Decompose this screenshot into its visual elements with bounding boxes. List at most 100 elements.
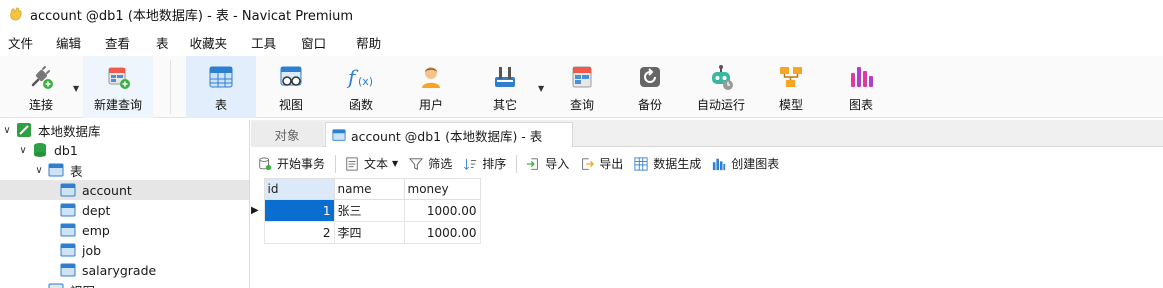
filter-button[interactable]: 筛选 — [408, 155, 452, 172]
text-label: 文本 — [364, 157, 389, 171]
database-icon — [34, 143, 46, 157]
cell-money[interactable]: 1000.00 — [403, 221, 481, 244]
automation-button[interactable]: 自动运行 — [688, 56, 754, 118]
import-button[interactable]: 导入 — [525, 155, 569, 172]
window-title: account @db1 (本地数据库) - 表 - Navicat Premi… — [30, 8, 354, 24]
tree-table-item[interactable]: emp — [0, 220, 249, 240]
tree-table-item[interactable]: dept — [0, 200, 249, 220]
text-button[interactable]: 文本 ▼ — [344, 155, 398, 172]
table-button[interactable]: 表 — [186, 56, 256, 118]
create-chart-button[interactable]: 创建图表 — [711, 155, 779, 172]
other-button[interactable]: 其它 — [472, 56, 538, 118]
automation-label: 自动运行 — [696, 98, 745, 112]
table-icon — [60, 243, 76, 257]
model-button[interactable]: 模型 — [758, 56, 824, 118]
sort-icon — [462, 156, 478, 172]
create-chart-icon — [711, 156, 727, 172]
view-icon — [276, 62, 306, 92]
menu-view[interactable]: 查看 — [105, 33, 156, 52]
table-icon — [60, 183, 76, 197]
export-button[interactable]: 导出 — [579, 155, 623, 172]
row-header-corner — [251, 178, 264, 200]
column-header-id[interactable]: id — [263, 178, 335, 200]
text-dropdown-icon[interactable]: ▼ — [392, 159, 398, 168]
new-query-button[interactable]: 新建查询 — [83, 56, 153, 118]
cell-name[interactable]: 李四 — [333, 221, 405, 244]
data-generation-label: 数据生成 — [653, 157, 702, 171]
cell-id[interactable]: 2 — [263, 221, 335, 244]
chart-button[interactable]: 图表 — [828, 56, 894, 118]
backup-label: 备份 — [637, 98, 662, 112]
function-button[interactable]: f (x) 函数 — [328, 56, 394, 118]
connect-button[interactable]: 连接 — [12, 56, 70, 118]
user-button[interactable]: 用户 — [398, 56, 464, 118]
menu-favorites[interactable]: 收藏夹 — [190, 33, 252, 52]
expand-arrow-icon[interactable]: ∨ — [0, 125, 14, 136]
navicat-logo-icon — [10, 7, 22, 21]
column-header-name[interactable]: name — [333, 178, 405, 200]
query-button[interactable]: 查询 — [549, 56, 615, 118]
menu-edit[interactable]: 编辑 — [56, 33, 105, 52]
table-icon — [48, 163, 64, 177]
query-label: 查询 — [569, 98, 594, 112]
model-label: 模型 — [778, 98, 803, 112]
import-icon — [525, 156, 541, 172]
text-icon — [344, 156, 360, 172]
table-label: 表 — [214, 98, 227, 112]
view-icon — [48, 283, 64, 288]
cell-money[interactable]: 1000.00 — [403, 199, 481, 222]
sort-button[interactable]: 排序 — [462, 155, 506, 172]
data-toolbar: 开始事务 文本 ▼ 筛选 排序 导入 导出 数据生成 创建图表 — [251, 150, 1163, 177]
cell-name[interactable]: 张三 — [333, 199, 405, 222]
connect-dropdown-icon[interactable]: ▼ — [73, 84, 79, 93]
tree-table-label: emp — [82, 222, 110, 238]
data-generation-button[interactable]: 数据生成 — [633, 155, 701, 172]
expand-arrow-icon[interactable]: ∨ — [32, 165, 46, 176]
tab-objects[interactable]: 对象 — [251, 122, 323, 147]
view-button[interactable]: 视图 — [258, 56, 324, 118]
toolbar-divider — [335, 154, 337, 173]
menu-window[interactable]: 窗口 — [301, 33, 356, 52]
other-label: 其它 — [492, 98, 517, 112]
begin-transaction-button[interactable]: 开始事务 — [257, 155, 325, 172]
table-row[interactable]: 2 李四 1000.00 — [251, 221, 481, 244]
menu-help[interactable]: 帮助 — [356, 33, 393, 52]
svg-text:(x): (x) — [358, 75, 373, 88]
tree-database[interactable]: ∨ db1 — [0, 140, 249, 160]
tree-table-item[interactable]: job — [0, 240, 249, 260]
menu-file[interactable]: 文件 — [8, 33, 56, 52]
column-header-money[interactable]: money — [403, 178, 481, 200]
expand-arrow-icon[interactable]: › — [32, 285, 46, 288]
function-label: 函数 — [348, 98, 373, 112]
tree-tables-label: 表 — [70, 163, 83, 179]
tree-table-label: salarygrade — [82, 262, 157, 278]
menu-tools[interactable]: 工具 — [251, 33, 301, 52]
query-icon — [567, 62, 597, 92]
model-icon — [776, 62, 806, 92]
navigation-tree: ∨ 本地数据库 ∨ db1 ∨ 表 account dept emp job s… — [0, 120, 250, 288]
create-chart-label: 创建图表 — [731, 157, 780, 171]
other-dropdown-icon[interactable]: ▼ — [538, 84, 544, 93]
view-label: 视图 — [278, 98, 303, 112]
menu-table[interactable]: 表 — [156, 33, 190, 52]
table-icon — [206, 62, 236, 92]
table-row[interactable]: ▶ 1 张三 1000.00 — [251, 199, 481, 222]
export-label: 导出 — [599, 157, 624, 171]
backup-button[interactable]: 备份 — [617, 56, 683, 118]
filter-label: 筛选 — [428, 157, 453, 171]
tree-tables-group[interactable]: ∨ 表 — [0, 160, 249, 180]
tree-views-label: 视图 — [70, 281, 95, 288]
tree-table-item[interactable]: salarygrade — [0, 260, 249, 280]
tab-account-table[interactable]: account @db1 (本地数据库) - 表 — [325, 122, 573, 147]
tree-views-group[interactable]: › 视图 — [0, 280, 249, 288]
toolbar-divider — [516, 154, 518, 173]
tree-table-label: job — [82, 242, 102, 258]
sort-label: 排序 — [482, 157, 507, 171]
cell-id[interactable]: 1 — [263, 199, 335, 222]
table-icon — [60, 223, 76, 237]
function-icon: f (x) — [346, 62, 376, 92]
tree-table-item[interactable]: account — [0, 180, 249, 200]
tree-connection[interactable]: ∨ 本地数据库 — [0, 120, 249, 140]
expand-arrow-icon[interactable]: ∨ — [16, 145, 30, 156]
plug-icon — [26, 62, 56, 92]
